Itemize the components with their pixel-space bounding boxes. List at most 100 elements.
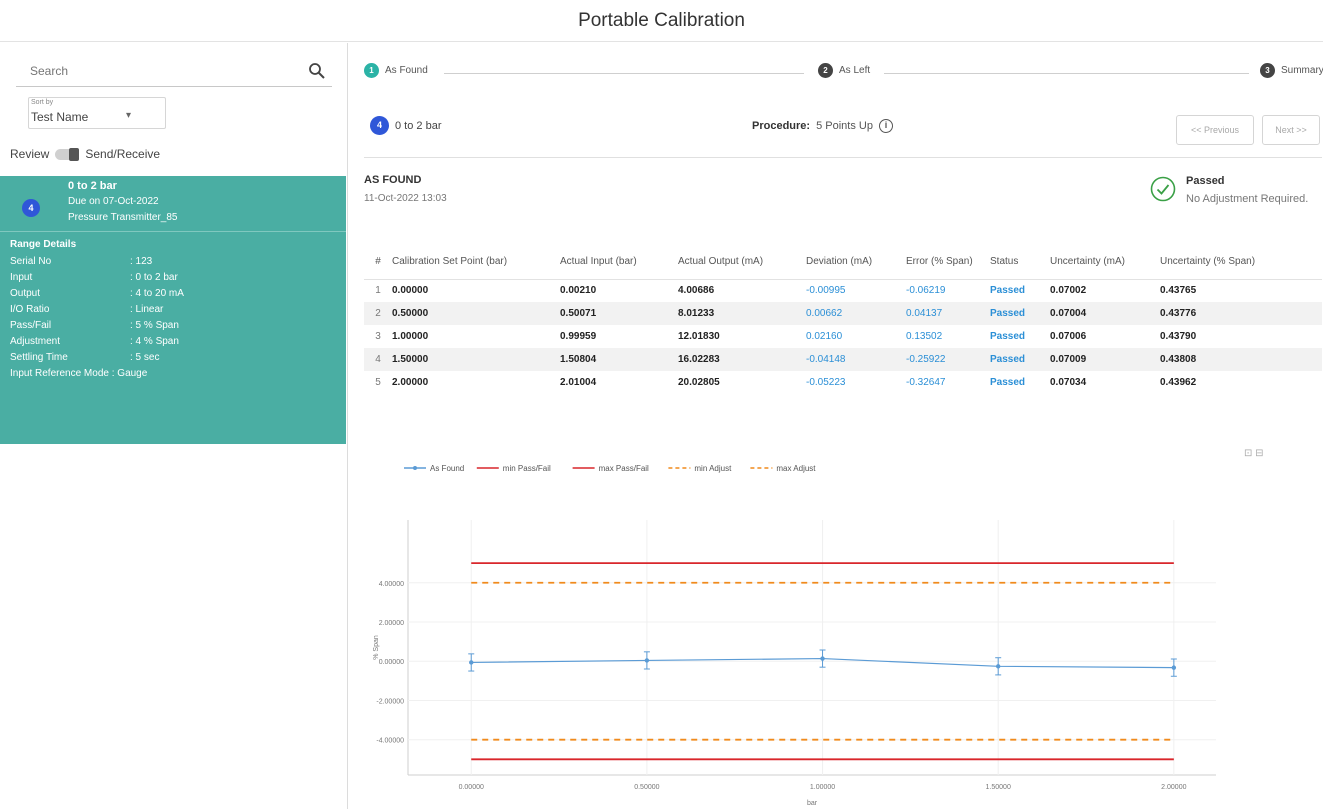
legend-label: min Pass/Fail bbox=[503, 464, 551, 473]
data-point bbox=[820, 656, 825, 661]
table-cell: 8.01233 bbox=[678, 302, 806, 325]
table-cell: 0.43776 bbox=[1160, 302, 1322, 325]
chevron-down-icon: ▾ bbox=[125, 110, 131, 121]
test-card-title: 0 to 2 bar bbox=[68, 180, 117, 192]
result-status: Passed bbox=[1186, 175, 1225, 187]
wizard-stepper: 1 As Found 2 As Left 3 Summary bbox=[364, 63, 1323, 83]
y-tick-label: -4.00000 bbox=[376, 738, 404, 745]
data-point bbox=[644, 658, 650, 663]
step-number: 2 bbox=[818, 63, 833, 78]
sort-by-select[interactable]: Sort by Test Name ▾ bbox=[28, 97, 166, 129]
result-title: AS FOUND bbox=[364, 174, 422, 186]
table-cell: 0.00000 bbox=[392, 285, 429, 297]
step-summary[interactable]: 3 Summary bbox=[1254, 63, 1323, 78]
procedure-value: 5 Points Up bbox=[816, 120, 873, 132]
data-point bbox=[1171, 665, 1177, 670]
range-detail-row: Settling Time: 5 sec bbox=[10, 352, 160, 363]
table-cell: 2.00000 bbox=[392, 377, 429, 388]
y-tick-label: 4.00000 bbox=[379, 581, 404, 588]
search-input[interactable] bbox=[16, 57, 296, 85]
table-cell: 0.43790 bbox=[1160, 331, 1197, 342]
search-box bbox=[16, 57, 332, 87]
review-label: Review bbox=[10, 147, 50, 161]
status-cell: Passed bbox=[990, 285, 1026, 297]
legend-label: max Adjust bbox=[776, 464, 816, 473]
table-cell: 3 bbox=[375, 331, 381, 342]
legend-label: max Pass/Fail bbox=[599, 464, 649, 473]
table-cell: 0.00662 bbox=[806, 302, 906, 325]
table-cell: 0.07034 bbox=[1050, 377, 1087, 388]
step-as-left[interactable]: 2 As Left bbox=[812, 63, 877, 78]
next-button[interactable]: Next >> bbox=[1262, 115, 1320, 145]
calibration-table: # Calibration Set Point (bar) Actual Inp… bbox=[364, 245, 1322, 394]
table-cell: -0.06219 bbox=[906, 285, 946, 297]
data-point bbox=[469, 660, 474, 665]
previous-button[interactable]: << Previous bbox=[1176, 115, 1254, 145]
column-header: Uncertainty (% Span) bbox=[1160, 245, 1322, 280]
table-cell: 1.00000 bbox=[392, 331, 429, 342]
data-point bbox=[995, 664, 1001, 669]
column-header: Uncertainty (mA) bbox=[1050, 245, 1160, 280]
input-reference-mode: Input Reference Mode : Gauge bbox=[10, 368, 148, 379]
sidebar: Sort by Test Name ▾ Review Send/Receive … bbox=[0, 43, 348, 809]
step-label: As Found bbox=[385, 65, 428, 76]
column-header: Deviation (mA) bbox=[806, 245, 906, 280]
range-header: 4 0 to 2 bar bbox=[370, 116, 441, 135]
table-cell: -0.05223 bbox=[806, 377, 846, 388]
reset-icon[interactable]: ⊟ bbox=[1255, 448, 1263, 459]
search-icon[interactable] bbox=[308, 62, 326, 80]
table-cell: 4.00686 bbox=[678, 285, 715, 297]
table-cell: 0.50000 bbox=[392, 302, 560, 325]
table-cell: 2 bbox=[364, 302, 392, 325]
legend-item: min Adjust bbox=[668, 464, 732, 473]
result-date: 11-Oct-2022 13:03 bbox=[364, 193, 447, 204]
test-card-header: 4 0 to 2 bar Due on 07-Oct-2022 Pressure… bbox=[0, 176, 346, 232]
step-number: 1 bbox=[364, 63, 379, 78]
table-cell: 0.43962 bbox=[1160, 377, 1197, 388]
test-card[interactable]: 4 0 to 2 bar Due on 07-Oct-2022 Pressure… bbox=[0, 176, 346, 444]
table-cell: 0.99959 bbox=[560, 331, 597, 342]
status-cell: Passed bbox=[990, 348, 1050, 371]
result-status-note: No Adjustment Required. bbox=[1186, 193, 1309, 205]
step-label: Summary bbox=[1281, 65, 1323, 76]
table-cell: 0.07002 bbox=[1050, 285, 1087, 297]
legend-label: As Found bbox=[430, 464, 464, 473]
table-cell: 12.01830 bbox=[678, 331, 720, 342]
app-title: Portable Calibration bbox=[0, 0, 1323, 42]
divider bbox=[364, 157, 1322, 158]
status-cell: Passed bbox=[990, 331, 1026, 342]
legend-item: As Found bbox=[404, 464, 464, 473]
step-number: 3 bbox=[1260, 63, 1275, 78]
test-count-badge: 4 bbox=[22, 199, 40, 217]
review-send-toggle[interactable] bbox=[55, 147, 80, 161]
step-as-found[interactable]: 1 As Found bbox=[364, 63, 434, 78]
table-row: 3 1.00000 0.99959 12.01830 0.02160 0.135… bbox=[364, 325, 1322, 348]
table-cell: 16.02283 bbox=[678, 348, 806, 371]
table-cell: 20.02805 bbox=[678, 377, 720, 388]
calibration-chart: As Found min Pass/Fail max Pass/Fail min Ad… bbox=[373, 464, 1216, 807]
info-icon[interactable]: i bbox=[878, 119, 893, 133]
table-cell: -0.32647 bbox=[906, 377, 946, 388]
table-cell: -0.04148 bbox=[806, 348, 906, 371]
range-detail-row: Serial No: 123 bbox=[10, 256, 153, 267]
procedure-label: Procedure: bbox=[752, 120, 811, 132]
legend-item: max Pass/Fail bbox=[572, 464, 649, 473]
table-cell: 0.00210 bbox=[560, 285, 597, 297]
table-cell: 0.43765 bbox=[1160, 285, 1197, 297]
status-cell: Passed bbox=[990, 302, 1050, 325]
test-card-due-date: Due on 07-Oct-2022 bbox=[68, 196, 159, 207]
table-cell: -0.25922 bbox=[906, 348, 990, 371]
table-cell: 0.04137 bbox=[906, 302, 990, 325]
column-header: Status bbox=[990, 245, 1050, 280]
column-header: Calibration Set Point (bar) bbox=[392, 245, 560, 280]
table-row: 1 0.00000 0.00210 4.00686 -0.00995 -0.06… bbox=[364, 279, 1322, 302]
table-cell: 1.50804 bbox=[560, 348, 678, 371]
x-tick-label: 1.50000 bbox=[986, 784, 1011, 791]
table-cell: 0.13502 bbox=[906, 331, 943, 342]
range-details-title: Range Details bbox=[10, 239, 77, 250]
sort-by-caption: Sort by bbox=[31, 99, 54, 106]
range-detail-row: Output: 4 to 20 mA bbox=[10, 288, 184, 299]
zoom-icon[interactable]: ⊡ bbox=[1244, 448, 1252, 459]
range-label: 0 to 2 bar bbox=[395, 119, 442, 132]
range-detail-row: Pass/Fail: 5 % Span bbox=[10, 320, 179, 331]
